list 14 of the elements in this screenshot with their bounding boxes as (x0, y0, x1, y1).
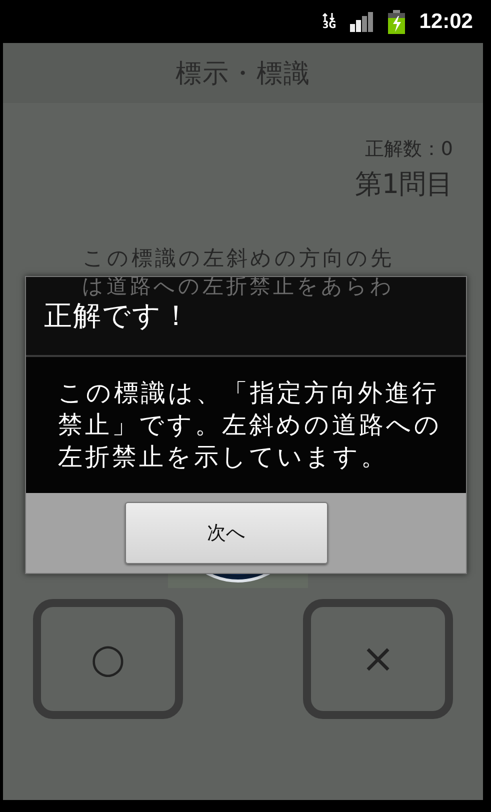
dialog-title: 正解です！ (44, 298, 191, 334)
next-button[interactable]: 次へ (124, 502, 328, 564)
dialog-message: この標識は、「指定方向外進行 (58, 377, 439, 409)
question-text: は道路への左折禁止をあらわ (82, 273, 394, 300)
score-text: 正解数：0 (364, 137, 453, 162)
signal-icon (350, 12, 374, 32)
dialog-message: 左折禁止を示しています。 (58, 441, 388, 473)
answer-button[interactable]: × (303, 599, 453, 719)
status-time: 12:02 (419, 10, 473, 34)
question-number: 第1問目 (354, 168, 453, 202)
question-text: この標識の左斜めの方向の先 (82, 245, 394, 272)
dialog-message: 禁止」です。左斜めの道路への (58, 409, 442, 441)
answer-button[interactable]: ○ (33, 599, 183, 719)
battery-charging-icon (388, 10, 406, 34)
